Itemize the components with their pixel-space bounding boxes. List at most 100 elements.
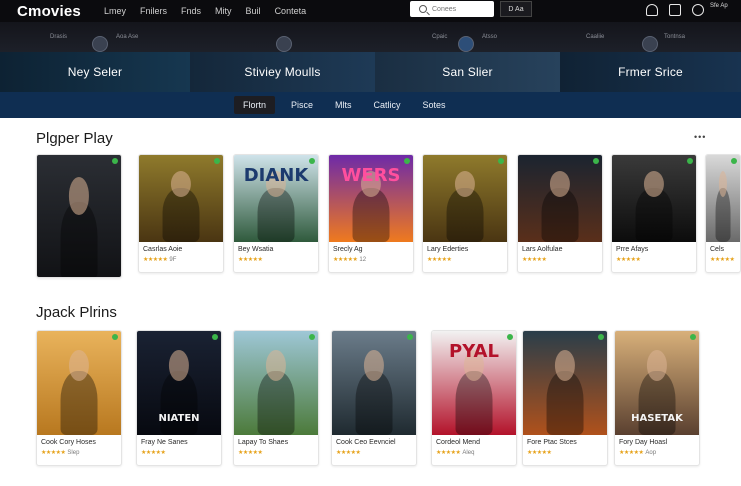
movie-poster[interactable] [332, 331, 416, 435]
site-logo[interactable]: Cmovies [17, 3, 90, 20]
substrip-item[interactable]: Aoa Ase [116, 34, 138, 40]
movie-poster[interactable] [234, 331, 318, 435]
banner-item[interactable]: Stiviey Moulls [190, 52, 375, 92]
banner-item[interactable]: Ney Seler [0, 52, 190, 92]
movie-poster[interactable]: HASETAK [615, 331, 699, 435]
substrip-item[interactable]: Drasis [50, 34, 67, 40]
movie-title[interactable]: Fore Ptac Stces [523, 435, 607, 446]
rating-value: Slep [67, 450, 80, 456]
movie-card[interactable]: Lars Aolfulae ★★★★★ [517, 154, 603, 273]
poster-title-text: WERS [341, 165, 401, 186]
bell-icon[interactable] [646, 4, 658, 16]
substrip-circle-icon[interactable] [276, 36, 292, 52]
movie-title[interactable]: Lary Ederties [423, 242, 507, 253]
movie-title[interactable]: Cels [706, 242, 740, 253]
account-icon[interactable] [692, 4, 704, 16]
star-rating-icon: ★★★★★ [238, 257, 263, 263]
search-button[interactable]: D Aa [500, 1, 532, 17]
tab[interactable]: Catlicy [374, 100, 401, 110]
movie-rating: ★★★★★ [234, 446, 318, 456]
substrip-circle-icon[interactable] [642, 36, 658, 52]
status-badge [309, 158, 315, 164]
movie-card[interactable]: PYAL Cordeol Mend ★★★★★ Aleq [431, 330, 517, 466]
movie-poster[interactable] [37, 155, 121, 277]
movie-poster[interactable] [423, 155, 507, 242]
movie-rating: ★★★★★ 9F [139, 253, 223, 263]
status-badge [507, 334, 513, 340]
nav-link[interactable]: Lmey [104, 6, 126, 16]
movie-title[interactable]: Fray Ne Sanes [137, 435, 221, 446]
star-rating-icon: ★★★★★ [333, 257, 358, 263]
search-box[interactable] [410, 1, 494, 17]
movie-card[interactable]: NIATEN Fray Ne Sanes ★★★★★ [136, 330, 222, 466]
more-icon[interactable]: ••• [694, 132, 706, 142]
movie-card[interactable] [36, 154, 122, 278]
movie-card[interactable]: Lapay To Shaes ★★★★★ [233, 330, 319, 466]
tab-active[interactable]: Flortn [234, 96, 276, 114]
movie-title[interactable]: Srecly Ag [329, 242, 413, 253]
movie-poster[interactable] [518, 155, 602, 242]
movie-title[interactable]: Cordeol Mend [432, 435, 516, 446]
movie-card[interactable]: DIANK Bey Wsatia ★★★★★ [233, 154, 319, 273]
banner-item[interactable]: San Slier [375, 52, 560, 92]
movie-card[interactable]: HASETAK Fory Day Hoasl ★★★★★ Aop [614, 330, 700, 466]
movie-rating: ★★★★★ [332, 446, 416, 456]
substrip-circle-icon[interactable] [92, 36, 108, 52]
star-rating-icon: ★★★★★ [616, 257, 641, 263]
movie-card[interactable]: Casrlas Aoie ★★★★★ 9F [138, 154, 224, 273]
movie-poster[interactable] [523, 331, 607, 435]
movie-card[interactable]: WERS Srecly Ag ★★★★★ 12 [328, 154, 414, 273]
movie-poster[interactable] [612, 155, 696, 242]
star-rating-icon: ★★★★★ [336, 450, 361, 456]
cart-icon[interactable] [669, 4, 681, 16]
star-rating-icon: ★★★★★ [710, 257, 735, 263]
movie-card[interactable]: Lary Ederties ★★★★★ [422, 154, 508, 273]
poster-title-text: PYAL [449, 341, 499, 362]
substrip-item[interactable]: Atsso [482, 34, 497, 40]
movie-poster[interactable] [139, 155, 223, 242]
nav-link[interactable]: Fnds [181, 6, 201, 16]
movie-poster[interactable] [706, 155, 740, 242]
movie-card[interactable]: Cels ★★★★★ [705, 154, 741, 273]
nav-link[interactable]: Buil [246, 6, 261, 16]
tab[interactable]: Mlts [335, 100, 352, 110]
nav-link[interactable]: Mity [215, 6, 232, 16]
tab[interactable]: Pisce [291, 100, 313, 110]
movie-card[interactable]: Fore Ptac Stces ★★★★★ [522, 330, 608, 466]
movie-card[interactable]: Cook Cory Hoses ★★★★★ Slep [36, 330, 122, 466]
movie-poster[interactable]: NIATEN [137, 331, 221, 435]
banner-item[interactable]: Frmer Srice [560, 52, 741, 92]
movie-title[interactable]: Fory Day Hoasl [615, 435, 699, 446]
movie-title[interactable]: Lars Aolfulae [518, 242, 602, 253]
status-badge [731, 158, 737, 164]
star-rating-icon: ★★★★★ [141, 450, 166, 456]
substrip-item[interactable]: Caaliie [586, 34, 604, 40]
movie-title[interactable]: Bey Wsatia [234, 242, 318, 253]
movie-poster[interactable] [37, 331, 121, 435]
tab[interactable]: Sotes [423, 100, 446, 110]
movie-title[interactable]: Cook Cory Hoses [37, 435, 121, 446]
movie-rating: ★★★★★ [518, 253, 602, 263]
search-input[interactable] [432, 5, 492, 13]
substrip-circle-icon[interactable] [458, 36, 474, 52]
movie-poster[interactable]: PYAL [432, 331, 516, 435]
movie-card[interactable]: Prre Afays ★★★★★ [611, 154, 697, 273]
nav-link[interactable]: Conteta [275, 6, 307, 16]
status-badge [404, 158, 410, 164]
poster-title-text: NIATEN [158, 413, 200, 424]
movie-poster[interactable]: WERS [329, 155, 413, 242]
movie-poster[interactable]: DIANK [234, 155, 318, 242]
movie-title[interactable]: Prre Afays [612, 242, 696, 253]
status-badge [690, 334, 696, 340]
account-label[interactable]: Sfe Ap [710, 3, 738, 10]
movie-title[interactable]: Lapay To Shaes [234, 435, 318, 446]
movie-title[interactable]: Casrlas Aoie [139, 242, 223, 253]
nav-link[interactable]: Fnilers [140, 6, 167, 16]
movie-title[interactable]: Cook Ceo Eevnciel [332, 435, 416, 446]
substrip-item[interactable]: Cpaic [432, 34, 447, 40]
star-rating-icon: ★★★★★ [436, 450, 461, 456]
substrip-item[interactable]: Tontnsa [664, 34, 685, 40]
status-badge [212, 334, 218, 340]
movie-card[interactable]: Cook Ceo Eevnciel ★★★★★ [331, 330, 417, 466]
nav-links: Lmey Fnilers Fnds Mity Buil Conteta [104, 6, 320, 16]
